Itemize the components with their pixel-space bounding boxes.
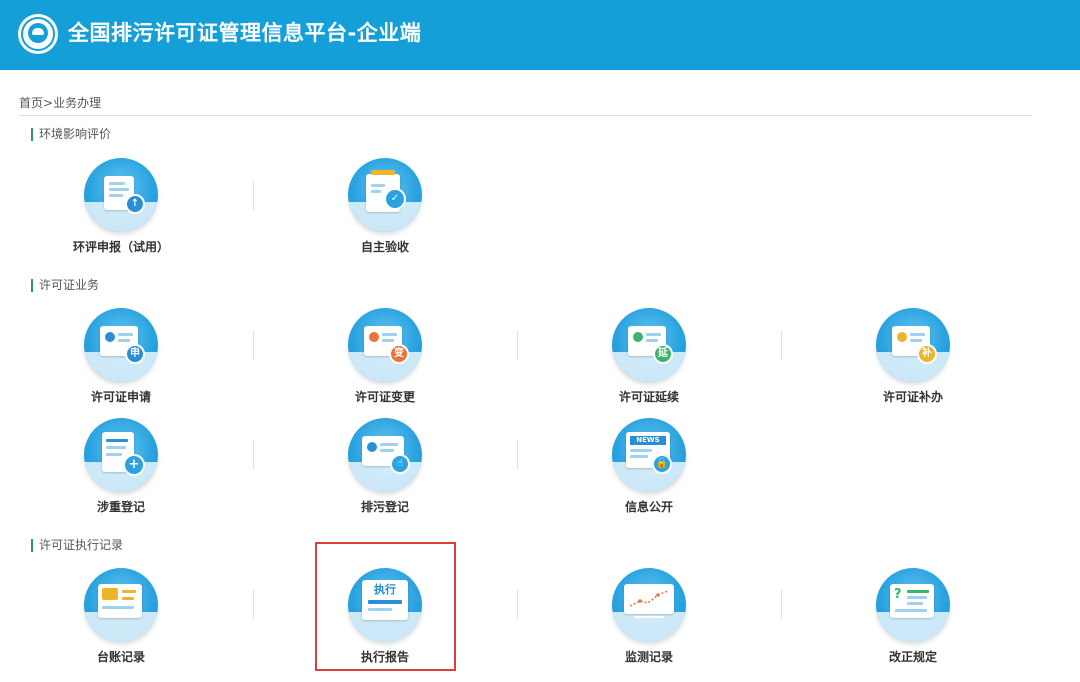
tile-label: 许可证延续 xyxy=(618,390,679,404)
tile-divider xyxy=(517,440,518,470)
tile-eia-report[interactable]: ↑ 环评申报（试用） xyxy=(21,158,221,270)
section-title-license: 许可证业务 xyxy=(31,279,99,292)
tile-label: 排污登记 xyxy=(360,500,409,514)
tile-label: 许可证补办 xyxy=(882,390,943,404)
tile-divider xyxy=(253,180,254,210)
highlight-box xyxy=(315,542,456,671)
tile-license-reissue[interactable]: 补 许可证补办 xyxy=(813,308,1013,420)
correction-rules-icon: ? xyxy=(876,568,950,642)
tile-ledger-record[interactable]: 台账记录 xyxy=(21,568,221,680)
tile-divider xyxy=(253,590,254,620)
license-renew-icon: 延 xyxy=(612,308,686,382)
ledger-record-icon xyxy=(84,568,158,642)
tile-label: 涉重登记 xyxy=(96,500,145,514)
tile-label: 信息公开 xyxy=(624,500,673,514)
tile-license-renew[interactable]: 延 许可证延续 xyxy=(549,308,749,420)
self-acceptance-check-icon: ✓ xyxy=(348,158,422,232)
breadcrumb-separator: > xyxy=(43,96,54,110)
eia-report-upload-icon: ↑ xyxy=(84,158,158,232)
tile-divider xyxy=(781,330,782,360)
tile-self-acceptance[interactable]: ✓ 自主验收 xyxy=(285,158,485,270)
tile-monitoring-record[interactable]: 监测记录 xyxy=(549,568,749,680)
section-title-eia: 环境影响评价 xyxy=(31,128,111,141)
tile-label: 改正规定 xyxy=(888,650,937,664)
license-change-icon: 变 xyxy=(348,308,422,382)
license-reissue-icon: 补 xyxy=(876,308,950,382)
tile-label: 许可证申请 xyxy=(90,390,151,404)
app-header: 全国排污许可证管理信息平台-企业端 xyxy=(0,0,1080,70)
tile-divider xyxy=(517,330,518,360)
monitoring-record-icon xyxy=(612,568,686,642)
tile-license-change[interactable]: 变 许可证变更 xyxy=(285,308,485,420)
breadcrumb-divider xyxy=(19,115,1032,116)
heavy-metal-register-icon: + xyxy=(84,418,158,492)
tile-label: 自主验收 xyxy=(360,240,409,254)
breadcrumb-current: 业务办理 xyxy=(53,96,102,110)
breadcrumb: 首页>业务办理 xyxy=(19,94,101,111)
tile-license-apply[interactable]: 申 许可证申请 xyxy=(21,308,221,420)
ministry-emblem-icon xyxy=(18,14,58,54)
tile-divider xyxy=(253,330,254,360)
tile-discharge-register[interactable]: ☝ 排污登记 xyxy=(285,418,485,530)
tile-info-disclosure[interactable]: NEWS 🔓 信息公开 xyxy=(549,418,749,530)
info-disclosure-icon: NEWS 🔓 xyxy=(612,418,686,492)
tile-divider xyxy=(781,590,782,620)
discharge-register-icon: ☝ xyxy=(348,418,422,492)
tile-label: 许可证变更 xyxy=(354,390,415,404)
app-title: 全国排污许可证管理信息平台-企业端 xyxy=(68,21,422,45)
section-title-execution: 许可证执行记录 xyxy=(31,539,123,552)
tile-divider xyxy=(517,590,518,620)
breadcrumb-home-link[interactable]: 首页 xyxy=(19,96,43,110)
tile-label: 环评申报（试用） xyxy=(72,240,169,254)
tile-label: 监测记录 xyxy=(624,650,673,664)
tile-divider xyxy=(253,440,254,470)
tile-correction-rules[interactable]: ? 改正规定 xyxy=(813,568,1013,680)
tile-heavy-metal-register[interactable]: + 涉重登记 xyxy=(21,418,221,530)
license-apply-icon: 申 xyxy=(84,308,158,382)
tile-label: 台账记录 xyxy=(96,650,145,664)
